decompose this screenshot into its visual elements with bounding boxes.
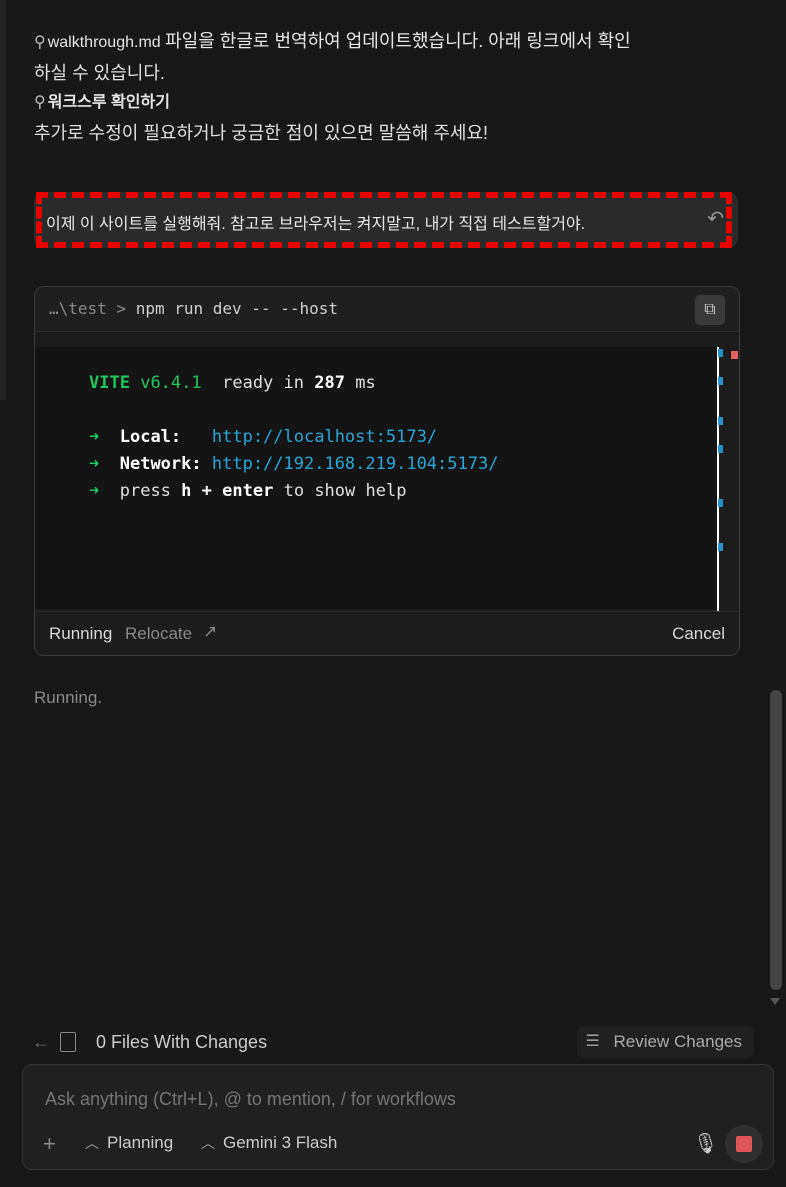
- terminal-block: …\test > npm run dev -- --host ⧉ VITE v6…: [34, 286, 740, 656]
- stop-icon: [736, 1136, 752, 1152]
- file-link-icon: ⚲: [34, 34, 46, 51]
- cancel-button[interactable]: Cancel: [672, 624, 725, 644]
- files-with-changes-label[interactable]: 0 Files With Changes: [96, 1032, 267, 1053]
- message-line-2: 하실 수 있습니다.: [34, 63, 165, 83]
- external-link-icon[interactable]: ↗: [203, 622, 217, 642]
- chat-input[interactable]: [45, 1089, 685, 1110]
- terminal-footer: Running Relocate ↗ Cancel: [35, 611, 739, 655]
- microphone-icon[interactable]: 🎙: [693, 1131, 718, 1156]
- vite-ready-line: VITE v6.4.1 ready in 287 ms: [89, 373, 376, 393]
- scrollbar-thumb[interactable]: [770, 690, 782, 990]
- model-selector[interactable]: ︿ Gemini 3 Flash: [201, 1133, 337, 1153]
- terminal-command: …\test > npm run dev -- --host: [49, 299, 338, 318]
- mode-selector[interactable]: ︿ Planning: [85, 1133, 173, 1153]
- stop-button[interactable]: [725, 1125, 763, 1163]
- assistant-message: ⚲ walkthrough.md 파일을 한글로 번역하여 업데이트했습니다. 아…: [34, 26, 744, 148]
- plus-icon[interactable]: +: [43, 1131, 56, 1157]
- agent-chat-panel: ⚲ walkthrough.md 파일을 한글로 번역하여 업데이트했습니다. 아…: [0, 0, 786, 1187]
- terminal-scroll-gutter: [717, 347, 719, 611]
- terminal-gutter-error-mark: [731, 351, 738, 359]
- copy-icon[interactable]: ⧉: [695, 295, 725, 325]
- arrow-right-icon: ➜: [89, 481, 100, 501]
- chevron-up-icon: ︿: [201, 1135, 215, 1151]
- chat-composer: + ︿Planning ︿Gemini 3 Flash 🎙: [22, 1064, 774, 1170]
- chevron-up-icon: ︿: [85, 1135, 99, 1151]
- terminal-output: VITE v6.4.1 ready in 287 ms ➜ Local: htt…: [35, 347, 717, 609]
- network-url-link[interactable]: http://192.168.219.104:5173/: [212, 454, 499, 474]
- arrow-right-icon: ➜: [89, 427, 100, 447]
- message-line-1: 파일을 한글로 번역하여 업데이트했습니다. 아래 링크에서 확인: [165, 31, 631, 51]
- files-changes-bar: ← 0 Files With Changes ☰ Review Changes: [22, 1024, 762, 1064]
- message-line-4: 추가로 수정이 필요하거나 궁금한 점이 있으면 말씀해 주세요!: [34, 123, 489, 143]
- file-icon: [60, 1032, 76, 1052]
- arrow-right-icon: ➜: [89, 454, 100, 474]
- scroll-down-arrow-icon[interactable]: [770, 998, 780, 1005]
- terminal-path: …\test >: [49, 299, 127, 318]
- red-dashed-highlight: [36, 192, 732, 248]
- network-url-line: ➜ Network: http://192.168.219.104:5173/: [89, 454, 499, 474]
- help-line: ➜ press h + enter to show help: [89, 481, 407, 501]
- local-url-link[interactable]: http://localhost:5173/: [212, 427, 437, 447]
- review-changes-button[interactable]: ☰ Review Changes: [577, 1026, 754, 1058]
- file-link-icon: ⚲: [34, 94, 46, 111]
- terminal-command-text: npm run dev -- --host: [135, 299, 338, 318]
- local-url-line: ➜ Local: http://localhost:5173/: [89, 427, 438, 447]
- review-changes-label: Review Changes: [613, 1032, 742, 1051]
- running-status-text: Running.: [34, 688, 103, 707]
- arrow-left-icon[interactable]: ←: [32, 1032, 50, 1053]
- walkthrough-file-link[interactable]: walkthrough.md: [48, 34, 161, 51]
- terminal-status: Running: [49, 624, 113, 643]
- relocate-link[interactable]: Relocate: [125, 624, 192, 644]
- terminal-header: …\test > npm run dev -- --host ⧉: [35, 287, 739, 332]
- checklist-icon: ☰: [585, 1033, 600, 1050]
- left-edge-strip: [0, 0, 6, 400]
- walkthrough-link[interactable]: 워크스루 확인하기: [48, 94, 170, 111]
